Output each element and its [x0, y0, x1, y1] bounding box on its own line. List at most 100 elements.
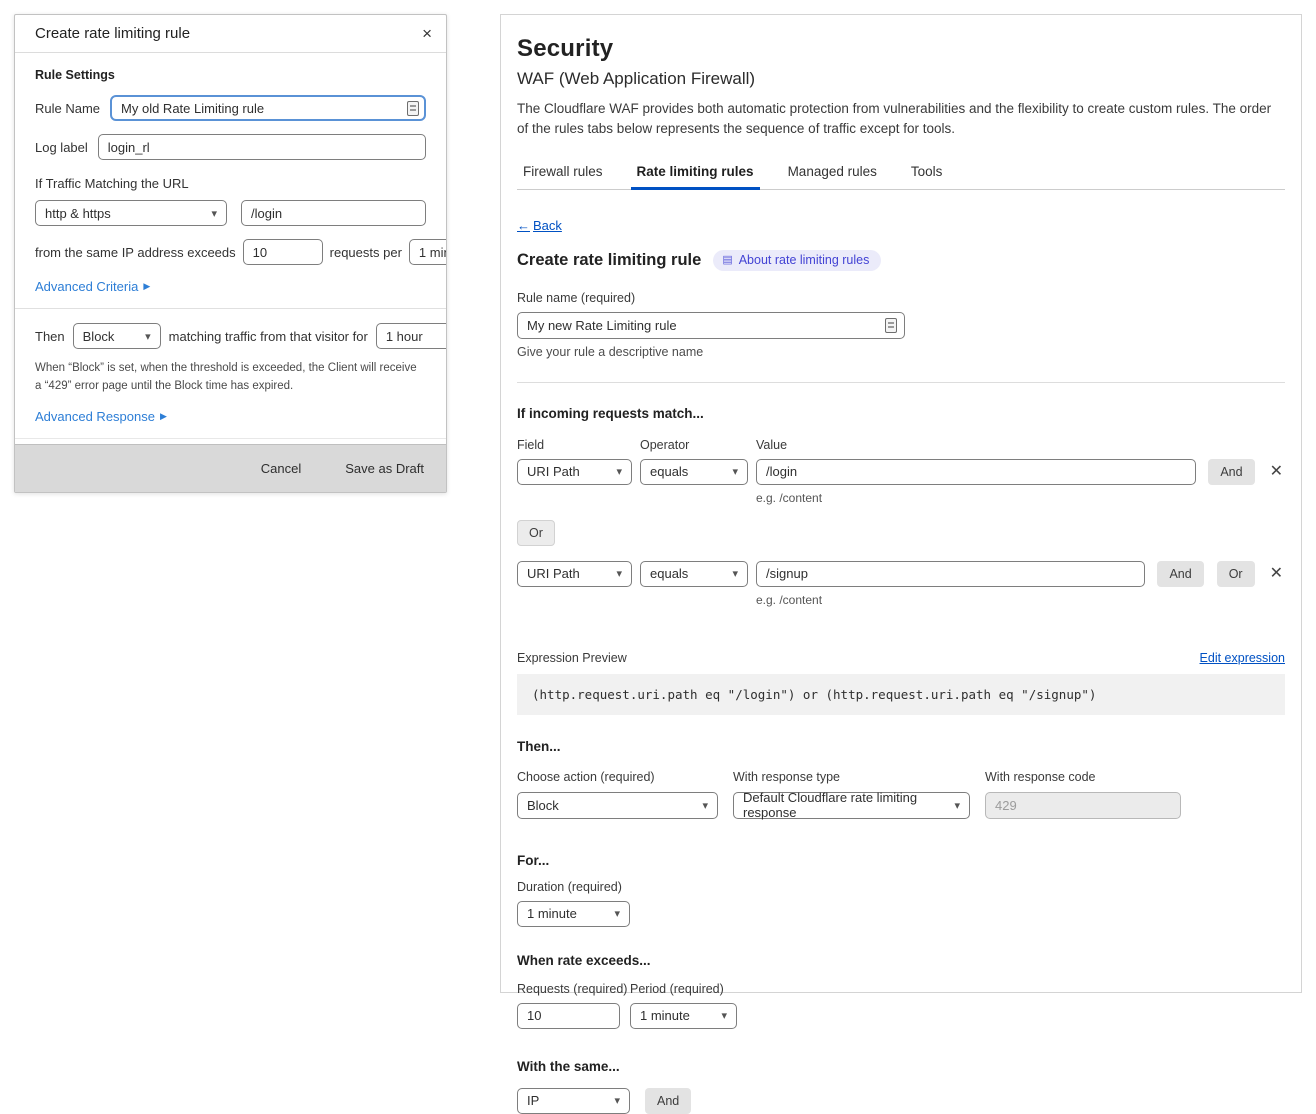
field-select[interactable]: URI Path ▾: [517, 561, 632, 587]
caret-down-icon: ▾: [616, 567, 622, 580]
rate-period-select[interactable]: 1 minute ▾: [630, 1003, 737, 1029]
for-heading: For...: [517, 853, 1285, 868]
waf-description: The Cloudflare WAF provides both automat…: [517, 99, 1285, 140]
cancel-button[interactable]: Cancel: [261, 461, 301, 476]
caret-down-icon: ▾: [614, 907, 620, 920]
caret-down-icon: ▾: [702, 799, 708, 812]
duration-select[interactable]: 1 minute ▾: [517, 901, 630, 927]
threshold-prefix: from the same IP address exceeds: [35, 245, 236, 260]
block-duration-select[interactable]: 1 hour ▾: [376, 323, 446, 349]
back-link[interactable]: ← Back: [517, 218, 562, 233]
tab-tools[interactable]: Tools: [909, 158, 945, 189]
caret-down-icon: ▾: [614, 1094, 620, 1107]
triangle-right-icon: ▶: [143, 281, 150, 292]
same-controls: IP ▾ And: [517, 1088, 1285, 1114]
tab-firewall-rules[interactable]: Firewall rules: [521, 158, 605, 189]
same-heading: With the same...: [517, 1059, 1285, 1074]
response-type-column: With response type Default Cloudflare ra…: [733, 770, 970, 819]
action-select[interactable]: Block ▾: [517, 792, 718, 819]
caret-down-icon: ▾: [616, 465, 622, 478]
caret-down-icon: ▾: [721, 1009, 727, 1022]
doc-icon: ▤: [722, 253, 732, 266]
log-label-row: Log label: [35, 134, 426, 160]
waf-tabs: Firewall rules Rate limiting rules Manag…: [517, 158, 1285, 190]
edit-expression-link[interactable]: Edit expression: [1200, 651, 1285, 665]
and-button[interactable]: And: [1157, 561, 1203, 587]
value-hint: e.g. /content: [756, 491, 1285, 505]
caret-down-icon: ▾: [954, 799, 960, 812]
expression-header: Expression Preview Edit expression: [517, 651, 1285, 665]
then-controls: Choose action (required) Block ▾ With re…: [517, 770, 1285, 819]
or-button[interactable]: Or: [517, 520, 555, 546]
field-select[interactable]: URI Path ▾: [517, 459, 632, 485]
autofill-icon: [407, 101, 419, 116]
rule-name-label: Rule name (required): [517, 291, 1285, 305]
operator-select[interactable]: equals ▾: [640, 459, 748, 485]
expression-code: (http.request.uri.path eq "/login") or (…: [517, 674, 1285, 715]
rule-name-input[interactable]: [110, 95, 426, 121]
scheme-select[interactable]: http & https ▾: [35, 200, 227, 226]
and-button[interactable]: And: [1208, 459, 1254, 485]
period-label: Period (required): [630, 982, 724, 996]
threshold-suffix: requests per: [330, 245, 402, 260]
url-match-row: http & https ▾: [35, 200, 426, 226]
dialog-title: Create rate limiting rule: [35, 25, 190, 42]
remove-condition-icon[interactable]: ✕: [1268, 564, 1285, 584]
security-waf-panel: Security WAF (Web Application Firewall) …: [500, 14, 1302, 993]
about-rate-limiting-badge[interactable]: ▤ About rate limiting rules: [713, 250, 881, 271]
operator-select[interactable]: equals ▾: [640, 561, 748, 587]
field-column-label: Field: [517, 438, 632, 452]
autofill-icon: [885, 318, 897, 333]
then-heading: Then...: [517, 739, 1285, 754]
advanced-response-link[interactable]: Advanced Response ▶: [35, 409, 167, 424]
action-column: Choose action (required) Block ▾: [517, 770, 718, 819]
rule-name-input[interactable]: [517, 312, 905, 339]
then-middle-text: matching traffic from that visitor for: [169, 329, 368, 344]
value-input[interactable]: [756, 561, 1145, 587]
dialog-body: Rule Settings Rule Name Log label If Tra…: [15, 53, 446, 444]
back-arrow-icon: ←: [517, 218, 530, 233]
close-icon[interactable]: ×: [422, 25, 432, 42]
create-rate-limiting-rule-dialog: Create rate limiting rule × Rule Setting…: [14, 14, 447, 493]
rule-name-input-wrap: [517, 312, 905, 339]
divider: [15, 438, 446, 439]
advanced-criteria-link[interactable]: Advanced Criteria ▶: [35, 279, 150, 294]
dialog-footer: Cancel Save as Draft: [15, 444, 446, 492]
and-characteristic-button[interactable]: And: [645, 1088, 691, 1114]
expression-preview-label: Expression Preview: [517, 651, 627, 665]
caret-down-icon: ▾: [145, 330, 151, 343]
form-title-row: Create rate limiting rule ▤ About rate l…: [517, 250, 1285, 271]
rule-name-row: Rule Name: [35, 95, 426, 121]
rate-labels: Requests (required) Period (required): [517, 982, 1285, 996]
tab-managed-rules[interactable]: Managed rules: [786, 158, 879, 189]
or-button[interactable]: Or: [1217, 561, 1255, 587]
value-hint: e.g. /content: [756, 593, 1285, 607]
then-label: Then: [35, 329, 65, 344]
save-as-draft-button[interactable]: Save as Draft: [345, 461, 424, 476]
traffic-matching-label: If Traffic Matching the URL: [35, 176, 426, 191]
log-label-input[interactable]: [98, 134, 426, 160]
response-type-select[interactable]: Default Cloudflare rate limiting respons…: [733, 792, 970, 819]
dialog-header: Create rate limiting rule ×: [15, 15, 446, 53]
caret-down-icon: ▾: [732, 567, 738, 580]
value-input[interactable]: [756, 459, 1196, 485]
tab-rate-limiting-rules[interactable]: Rate limiting rules: [635, 158, 756, 189]
rule-name-label: Rule Name: [35, 101, 100, 116]
block-note: When “Block” is set, when the threshold …: [35, 360, 426, 396]
threshold-input[interactable]: [243, 239, 323, 265]
operator-column-label: Operator: [640, 438, 748, 452]
rule-name-input-wrap: [110, 95, 426, 121]
remove-condition-icon[interactable]: ✕: [1268, 462, 1285, 482]
or-connector: Or: [517, 520, 1285, 546]
requests-input[interactable]: [517, 1003, 620, 1029]
triangle-right-icon: ▶: [160, 411, 167, 422]
rate-controls: 1 minute ▾: [517, 1003, 1285, 1029]
characteristic-select[interactable]: IP ▾: [517, 1088, 630, 1114]
value-column-label: Value: [756, 438, 787, 452]
url-input[interactable]: [241, 200, 426, 226]
duration-label: Duration (required): [517, 880, 1285, 894]
caret-down-icon: ▾: [732, 465, 738, 478]
period-select[interactable]: 1 minute ▾: [409, 239, 446, 265]
condition-actions: And Or ✕: [1157, 561, 1285, 587]
action-select[interactable]: Block ▾: [73, 323, 161, 349]
